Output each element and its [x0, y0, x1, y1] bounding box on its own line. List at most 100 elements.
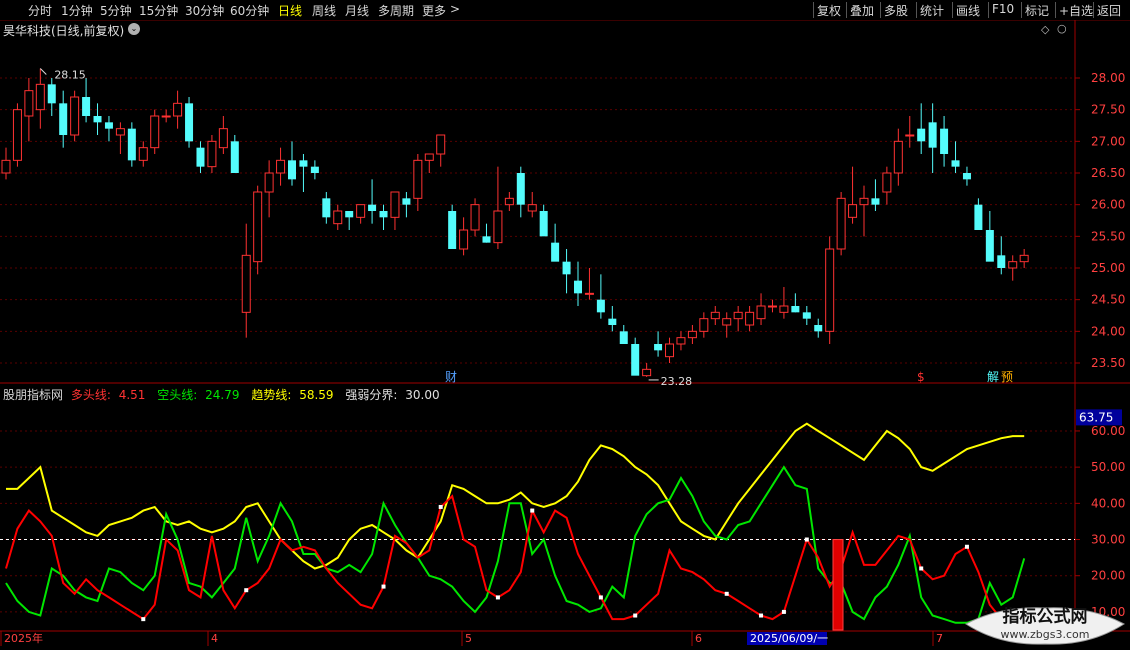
- candle-body: [802, 312, 811, 319]
- duo-label: 多头线: 4.51: [70, 388, 146, 402]
- candle-body: [974, 204, 983, 230]
- marker-cai: 财: [445, 370, 457, 384]
- signal-marker: [530, 508, 535, 513]
- ind-tick-label: 60.00: [1091, 424, 1125, 438]
- trend-line: [6, 422, 1025, 570]
- signal-marker: [919, 566, 924, 571]
- candle-body: [687, 330, 697, 339]
- candle-body: [299, 160, 308, 167]
- candle-body: [333, 210, 343, 225]
- signal-bar: [832, 539, 844, 631]
- kong-line: [5, 465, 1026, 624]
- candle-body: [310, 166, 319, 173]
- candle-body: [253, 191, 263, 263]
- candle-body: [276, 159, 286, 174]
- ind-tick-label: 20.00: [1091, 569, 1125, 583]
- candle-body: [642, 368, 652, 377]
- signal-marker: [781, 609, 786, 614]
- candle-body: [917, 128, 926, 142]
- marker-jie: 解: [987, 370, 999, 384]
- candle-body: [424, 153, 434, 161]
- cursor-date-label: 2025/06/09/一: [750, 632, 828, 645]
- candle-body: [218, 128, 228, 149]
- candle-body: [127, 128, 136, 161]
- candle-body: [241, 254, 251, 313]
- ind-tick-label: 30.00: [1091, 533, 1125, 547]
- candle-body: [59, 103, 68, 135]
- ind-tick-label: 50.00: [1091, 460, 1125, 474]
- candle-body: [882, 172, 892, 193]
- candle-body: [551, 242, 560, 262]
- date-label-4: 7: [936, 632, 943, 645]
- watermark-logo: 指标公式网 www.zbgs3.com: [965, 606, 1125, 645]
- price-tick-label: 24.00: [1091, 324, 1125, 338]
- candle-body: [756, 305, 766, 320]
- price-tick-label: 24.50: [1091, 293, 1125, 307]
- signal-marker: [598, 595, 603, 600]
- candle-body: [1019, 254, 1029, 263]
- candle-body: [185, 103, 194, 142]
- candle-body: [115, 128, 125, 136]
- candle-body: [322, 198, 331, 218]
- candle-body: [791, 306, 800, 313]
- signal-marker: [804, 537, 809, 542]
- candle-body: [12, 109, 22, 161]
- candle-body: [676, 337, 686, 345]
- candle-body: [82, 97, 91, 116]
- candle-body: [196, 147, 205, 167]
- marker-yu: 预: [1001, 370, 1013, 384]
- candle-body: [699, 318, 709, 332]
- date-label-3: 6: [695, 632, 702, 645]
- candle-body: [1008, 261, 1018, 269]
- candle-body: [871, 198, 880, 205]
- candle-body: [368, 204, 377, 211]
- signal-marker: [244, 588, 249, 593]
- signal-marker: [724, 591, 729, 596]
- candle-body: [230, 141, 239, 173]
- candle-body: [665, 343, 675, 358]
- candle-body: [264, 172, 274, 193]
- candle-body: [985, 230, 994, 262]
- candle-body: [459, 229, 469, 250]
- current-value-label: 63.75: [1079, 410, 1113, 424]
- price-tick-label: 27.00: [1091, 134, 1125, 148]
- candle-body: [402, 198, 411, 205]
- candle-body: [562, 261, 571, 275]
- candle-body: [539, 211, 548, 237]
- high-arrow: [39, 68, 47, 75]
- candle-body: [516, 173, 525, 205]
- candle-body: [70, 96, 80, 136]
- signal-marker: [141, 617, 146, 622]
- candle-body: [47, 84, 56, 104]
- candle-body: [893, 140, 903, 174]
- candle-body: [825, 248, 835, 332]
- candle-body: [1, 159, 11, 174]
- candle-body: [710, 311, 720, 320]
- candle-body: [940, 128, 949, 154]
- candle-body: [448, 211, 457, 249]
- kong-label: 空头线: 24.79: [157, 388, 240, 402]
- signal-marker: [759, 613, 764, 618]
- candle-body: [574, 280, 582, 294]
- candle-body: [161, 115, 171, 118]
- watermark-title: 指标公式网: [1003, 606, 1088, 627]
- date-label-0: 2025年: [4, 631, 43, 645]
- candle-body: [767, 305, 777, 308]
- candle-body: [745, 311, 755, 326]
- candle-body: [24, 90, 34, 117]
- price-tick-label: 28.00: [1091, 71, 1125, 85]
- candle-body: [527, 204, 537, 212]
- candle-body: [504, 197, 514, 206]
- candle-body: [654, 344, 663, 351]
- low-price-label: 23.28: [661, 375, 693, 388]
- chart-canvas[interactable]: 28.00 27.50 27.00 26.50 26.00 25.50 25.00 24.50…: [0, 0, 1130, 650]
- candle-body: [93, 116, 102, 123]
- candle-body: [608, 318, 617, 325]
- signal-marker: [633, 613, 638, 618]
- candle-body: [814, 325, 823, 332]
- candle-body: [493, 210, 503, 244]
- candle-body: [104, 122, 113, 129]
- candle-body: [859, 197, 869, 206]
- candle-body: [173, 102, 183, 117]
- candle-body: [733, 311, 743, 320]
